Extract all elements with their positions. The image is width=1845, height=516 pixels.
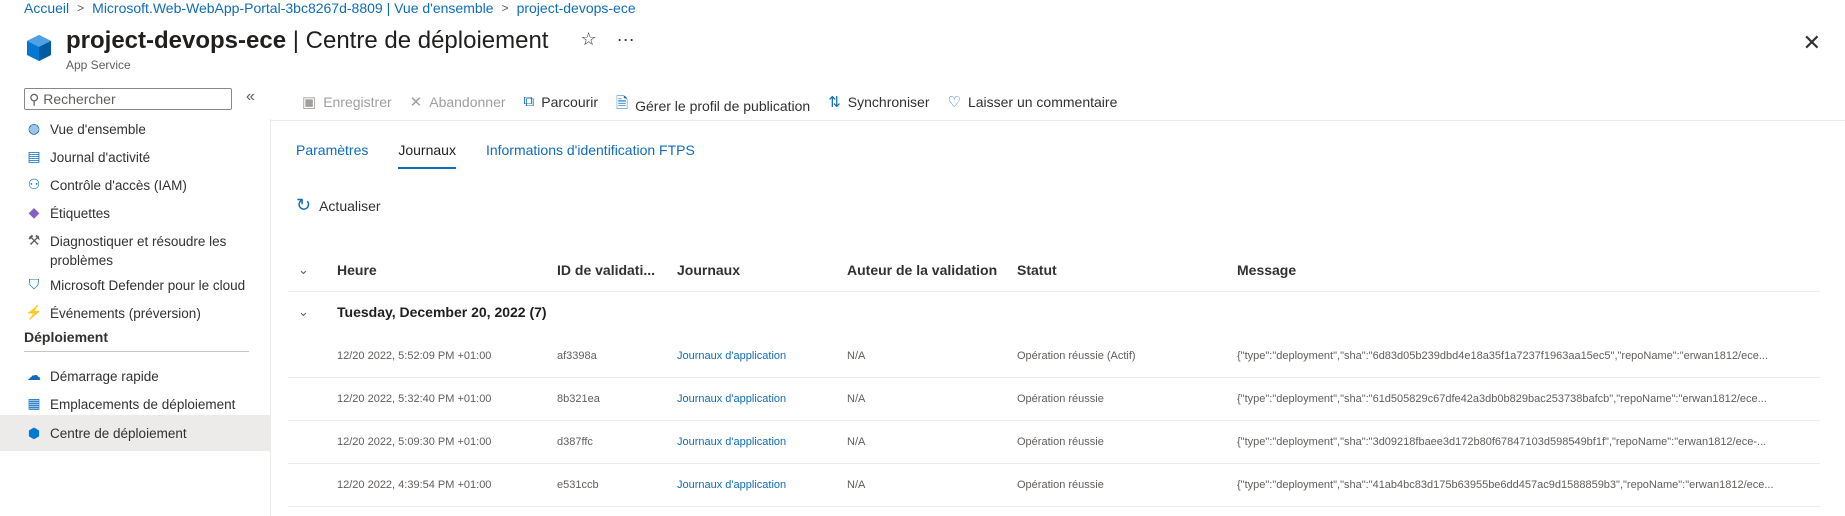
tab-ftps-credentials[interactable]: Informations d'identification FTPS xyxy=(486,142,695,169)
refresh-button[interactable]: ↻ Actualiser xyxy=(296,195,381,216)
column-header[interactable]: Auteur de la validation xyxy=(847,262,997,278)
divider xyxy=(24,351,249,352)
close-icon: ✕ xyxy=(409,94,423,111)
search-input[interactable]: ⚲ Rechercher xyxy=(24,88,232,110)
chevron-right-icon: > xyxy=(501,1,509,15)
save-icon: ▣ xyxy=(302,94,317,111)
tab-settings[interactable]: Paramètres xyxy=(296,142,368,169)
divider xyxy=(270,119,271,516)
command-bar: ▣ Enregistrer ✕ Abandonner ⧉ Parcourir 🗎… xyxy=(270,86,1845,121)
sync-icon: ⇅ xyxy=(828,94,841,111)
sidebar: ⚲ Rechercher « ◍ Vue d'ensemble ▤ Journa… xyxy=(0,86,270,516)
app-logs-link[interactable]: Journaux d'application xyxy=(677,436,786,448)
column-header[interactable]: Heure xyxy=(337,262,377,278)
page-title: project-devops-ece | Centre de déploieme… xyxy=(66,27,549,54)
breadcrumb-home[interactable]: Accueil xyxy=(24,0,69,16)
page-subtitle: App Service xyxy=(66,58,131,72)
sidebar-item-activity-log[interactable]: ▤ Journal d'activité xyxy=(0,148,270,167)
column-header[interactable]: Message xyxy=(1237,262,1296,278)
app-service-icon xyxy=(27,35,51,61)
save-button[interactable]: ▣ Enregistrer xyxy=(302,86,392,111)
group-header[interactable]: ⌄ Tuesday, December 20, 2022 (7) xyxy=(288,292,1820,335)
open-external-icon: ⧉ xyxy=(523,93,535,110)
collapse-sidebar-icon[interactable]: « xyxy=(246,88,255,106)
breadcrumb: Accueil > Microsoft.Web-WebApp-Portal-3b… xyxy=(24,0,636,16)
close-icon[interactable]: ✕ xyxy=(1803,30,1821,56)
tab-logs[interactable]: Journaux xyxy=(398,142,456,169)
browse-button[interactable]: ⧉ Parcourir xyxy=(524,86,599,110)
more-icon[interactable]: ··· xyxy=(617,29,635,50)
tag-icon: ◆ xyxy=(28,204,40,220)
document-icon: 🗎 xyxy=(616,95,629,112)
table-row[interactable]: 12/20 2022, 5:09:30 PM +01:00 d387ffc Jo… xyxy=(288,421,1820,464)
log-icon: ▤ xyxy=(27,148,41,164)
refresh-icon: ↻ xyxy=(296,195,312,215)
sidebar-item-overview[interactable]: ◍ Vue d'ensemble xyxy=(0,120,270,139)
sync-button[interactable]: ⇅ Synchroniser xyxy=(828,86,929,111)
table-row[interactable]: 12/20 2022, 5:32:40 PM +01:00 8b321ea Jo… xyxy=(288,378,1820,421)
sidebar-item-slots[interactable]: ▦ Emplacements de déploiement xyxy=(0,395,270,414)
column-header[interactable]: ID de validati... xyxy=(557,262,655,278)
sidebar-item-tags[interactable]: ◆ Étiquettes xyxy=(0,204,270,223)
chevron-right-icon: > xyxy=(77,1,85,15)
logs-table: ⌄ Heure ID de validati... Journaux Auteu… xyxy=(288,251,1820,507)
sidebar-item-iam[interactable]: ⚇ Contrôle d'accès (IAM) xyxy=(0,176,270,195)
publish-profile-button[interactable]: 🗎 Gérer le profil de publication xyxy=(616,86,810,118)
tab-list: Paramètres Journaux Informations d'ident… xyxy=(296,142,695,169)
sidebar-item-deployment-center[interactable]: ⬢ Centre de déploiement xyxy=(0,415,270,451)
star-icon[interactable]: ☆ xyxy=(580,29,596,50)
wrench-icon: ⚒ xyxy=(27,232,41,248)
sidebar-section-deployment: Déploiement xyxy=(24,329,109,345)
sidebar-item-quickstart[interactable]: ☁ Démarrage rapide xyxy=(0,367,270,386)
table-header: ⌄ Heure ID de validati... Journaux Auteu… xyxy=(288,251,1820,292)
sidebar-item-defender[interactable]: ⛉ Microsoft Defender pour le cloud xyxy=(0,276,270,295)
slots-icon: ▦ xyxy=(27,395,41,411)
bolt-icon: ⚡ xyxy=(25,304,43,320)
people-icon: ⚇ xyxy=(27,176,41,192)
breadcrumb-webapp[interactable]: Microsoft.Web-WebApp-Portal-3bc8267d-880… xyxy=(92,0,493,16)
search-icon: ⚲ xyxy=(29,90,40,107)
app-logs-link[interactable]: Journaux d'application xyxy=(677,393,786,405)
table-row[interactable]: 12/20 2022, 5:52:09 PM +01:00 af3398a Jo… xyxy=(288,335,1820,378)
sidebar-item-diagnose[interactable]: ⚒ Diagnostiquer et résoudre les problème… xyxy=(0,232,270,270)
chevron-down-icon[interactable]: ⌄ xyxy=(298,304,309,320)
shield-icon: ⛉ xyxy=(28,276,40,292)
page-header: project-devops-ece | Centre de déploieme… xyxy=(24,26,635,72)
discard-button[interactable]: ✕ Abandonner xyxy=(410,86,506,111)
rocket-icon: ☁ xyxy=(27,367,41,383)
globe-icon: ◍ xyxy=(27,120,41,136)
collapse-all-icon[interactable]: ⌄ xyxy=(298,262,309,278)
column-header[interactable]: Statut xyxy=(1017,262,1057,278)
app-logs-link[interactable]: Journaux d'application xyxy=(677,479,786,491)
column-header[interactable]: Journaux xyxy=(677,262,740,278)
heart-icon: ♡ xyxy=(947,94,961,111)
feedback-button[interactable]: ♡ Laisser un commentaire xyxy=(948,86,1118,111)
breadcrumb-project[interactable]: project-devops-ece xyxy=(517,0,636,16)
table-row[interactable]: 12/20 2022, 4:39:54 PM +01:00 e531ccb Jo… xyxy=(288,464,1820,507)
cube-icon: ⬢ xyxy=(27,424,41,441)
sidebar-item-events[interactable]: ⚡ Événements (préversion) xyxy=(0,304,270,323)
app-logs-link[interactable]: Journaux d'application xyxy=(677,350,786,362)
